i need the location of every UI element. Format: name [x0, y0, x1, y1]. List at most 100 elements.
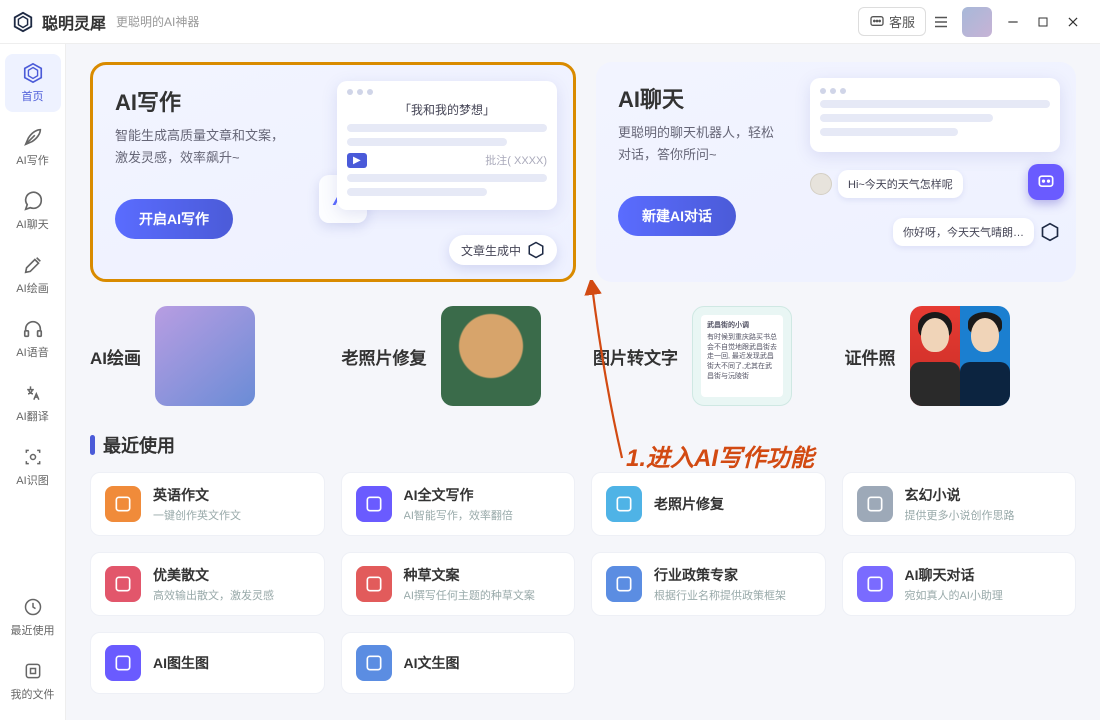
tool-card[interactable]: AI文生图	[341, 632, 576, 694]
tool-name: 英语作文	[153, 485, 310, 505]
tool-name: AI聊天对话	[905, 565, 1062, 585]
tool-desc: 高效输出散文，激发灵感	[153, 587, 310, 603]
tool-icon	[105, 566, 141, 602]
headphone-icon	[22, 318, 44, 340]
tool-desc: 一键创作英文作文	[153, 507, 310, 523]
hero-ai-chat-card[interactable]: AI聊天 更聪明的聊天机器人，轻松 对话，答你所问~ 新建AI对话	[596, 62, 1076, 282]
chat-msg: 你好呀，今天天气晴朗…	[893, 218, 1034, 246]
tool-card[interactable]: 英语作文一键创作英文作文	[90, 472, 325, 536]
feather-icon	[22, 126, 44, 148]
app-name: 聪明灵犀	[42, 10, 106, 34]
tool-icon	[105, 486, 141, 522]
tool-desc: 提供更多小说创作思路	[905, 507, 1062, 523]
tool-card[interactable]: 玄幻小说提供更多小说创作思路	[842, 472, 1077, 536]
tool-name: AI文生图	[404, 653, 561, 673]
window-close-button[interactable]	[1058, 7, 1088, 37]
nav-ai-voice[interactable]: AI语音	[5, 310, 61, 368]
tool-card[interactable]: AI全文写作 AI智能写作，效率翻倍	[341, 472, 576, 536]
nav-label: 我的文件	[11, 686, 55, 702]
nav-label: 最近使用	[11, 622, 55, 638]
chat-icon	[22, 190, 44, 212]
section-recent-title: 最近使用	[90, 432, 1076, 458]
nav-ai-ocr[interactable]: AI识图	[5, 438, 61, 496]
translate-icon	[22, 382, 44, 404]
folder-icon	[22, 660, 44, 682]
nav-ai-write[interactable]: AI写作	[5, 118, 61, 176]
tool-name: 行业政策专家	[654, 565, 811, 585]
window-maximize-button[interactable]	[1028, 7, 1058, 37]
nav-label: AI翻译	[16, 408, 48, 424]
tool-name: AI图生图	[153, 653, 310, 673]
app-tagline: 更聪明的AI神器	[116, 13, 199, 30]
tool-desc: AI撰写任何主题的种草文案	[404, 587, 561, 603]
tool-icon	[356, 566, 392, 602]
tool-icon	[356, 486, 392, 522]
tool-card[interactable]: 种草文案 AI撰写任何主题的种草文案	[341, 552, 576, 616]
scan-icon	[22, 446, 44, 468]
main-content: AI写作 智能生成高质量文章和文案， 激发灵感，效率飙升~ 开启AI写作 AI …	[66, 44, 1100, 720]
nav-ai-translate[interactable]: AI翻译	[5, 374, 61, 432]
tool-card[interactable]: 优美散文高效输出散文，激发灵感	[90, 552, 325, 616]
titlebar: 聪明灵犀 更聪明的AI神器 客服	[0, 0, 1100, 44]
nav-ai-chat[interactable]: AI聊天	[5, 182, 61, 240]
recent-grid: 英语作文一键创作英文作文 AI全文写作 AI智能写作，效率翻倍 老照片修复 玄幻小说提供…	[90, 472, 1076, 694]
nav-label: AI写作	[16, 152, 48, 168]
hamburger-menu-button[interactable]	[926, 7, 956, 37]
tool-name: 优美散文	[153, 565, 310, 585]
nav-ai-paint[interactable]: AI绘画	[5, 246, 61, 304]
nav-recent[interactable]: 最近使用	[5, 588, 61, 646]
write-status-chip: 文章生成中	[449, 235, 557, 265]
brush-icon	[22, 254, 44, 276]
nav-home[interactable]: 首页	[5, 54, 61, 112]
tool-name: 玄幻小说	[905, 485, 1062, 505]
window-minimize-button[interactable]	[998, 7, 1028, 37]
feature-title: 老照片修复	[342, 344, 427, 369]
tool-card[interactable]: 老照片修复	[591, 472, 826, 536]
user-avatar-icon	[810, 173, 832, 195]
customer-service-label: 客服	[889, 12, 915, 31]
feature-photo-restore[interactable]: 老照片修复	[342, 306, 574, 406]
tool-icon	[105, 645, 141, 681]
tool-card[interactable]: AI聊天对话宛如真人的AI小助理	[842, 552, 1077, 616]
feature-title: 证件照	[845, 344, 896, 369]
tool-icon	[857, 486, 893, 522]
nav-label: AI绘画	[16, 280, 48, 296]
nav-label: AI语音	[16, 344, 48, 360]
tool-desc: AI智能写作，效率翻倍	[404, 507, 561, 523]
nav-label: AI识图	[16, 472, 48, 488]
nav-label: 首页	[22, 88, 44, 104]
feature-title: 图片转文字	[593, 344, 678, 369]
feature-id-photo[interactable]: 证件照	[845, 306, 1077, 406]
feature-thumb	[155, 306, 255, 406]
tool-icon	[857, 566, 893, 602]
chat-bubble-icon	[869, 14, 885, 30]
tool-name: 老照片修复	[654, 494, 811, 514]
start-ai-write-button[interactable]: 开启AI写作	[115, 199, 233, 239]
feature-thumb	[441, 306, 541, 406]
feature-title: AI绘画	[90, 344, 141, 369]
sidebar: 首页 AI写作 AI聊天 AI绘画 AI语音 AI翻译	[0, 44, 66, 720]
tool-name: 种草文案	[404, 565, 561, 585]
clock-icon	[22, 596, 44, 618]
feature-ai-paint[interactable]: AI绘画	[90, 306, 322, 406]
chat-mock-preview: Hi~今天的天气怎样呢 你好呀，今天天气晴朗…	[810, 78, 1060, 266]
feature-thumb: 武昌街的小调有时候到重庆路买书总会不自觉地跟武昌街去走一回, 最近发现武昌街大不…	[692, 306, 792, 406]
tool-icon	[606, 566, 642, 602]
user-avatar[interactable]	[962, 7, 992, 37]
customer-service-button[interactable]: 客服	[858, 7, 926, 36]
app-logo-icon	[12, 11, 34, 33]
feature-thumb	[910, 306, 1010, 406]
chat-msg: Hi~今天的天气怎样呢	[838, 170, 963, 198]
tool-desc: 宛如真人的AI小助理	[905, 587, 1062, 603]
hero-ai-write-card[interactable]: AI写作 智能生成高质量文章和文案， 激发灵感，效率飙升~ 开启AI写作 AI …	[90, 62, 576, 282]
feature-ocr[interactable]: 图片转文字 武昌街的小调有时候到重庆路买书总会不自觉地跟武昌街去走一回, 最近发…	[593, 306, 825, 406]
new-ai-chat-button[interactable]: 新建AI对话	[618, 196, 736, 236]
app-logo-icon	[1040, 222, 1060, 242]
tool-card[interactable]: 行业政策专家根据行业名称提供政策框架	[591, 552, 826, 616]
tool-card[interactable]: AI图生图	[90, 632, 325, 694]
tool-desc: 根据行业名称提供政策框架	[654, 587, 811, 603]
tool-name: AI全文写作	[404, 485, 561, 505]
nav-my-files[interactable]: 我的文件	[5, 652, 61, 710]
chatbot-icon	[1028, 164, 1064, 200]
tool-icon	[356, 645, 392, 681]
